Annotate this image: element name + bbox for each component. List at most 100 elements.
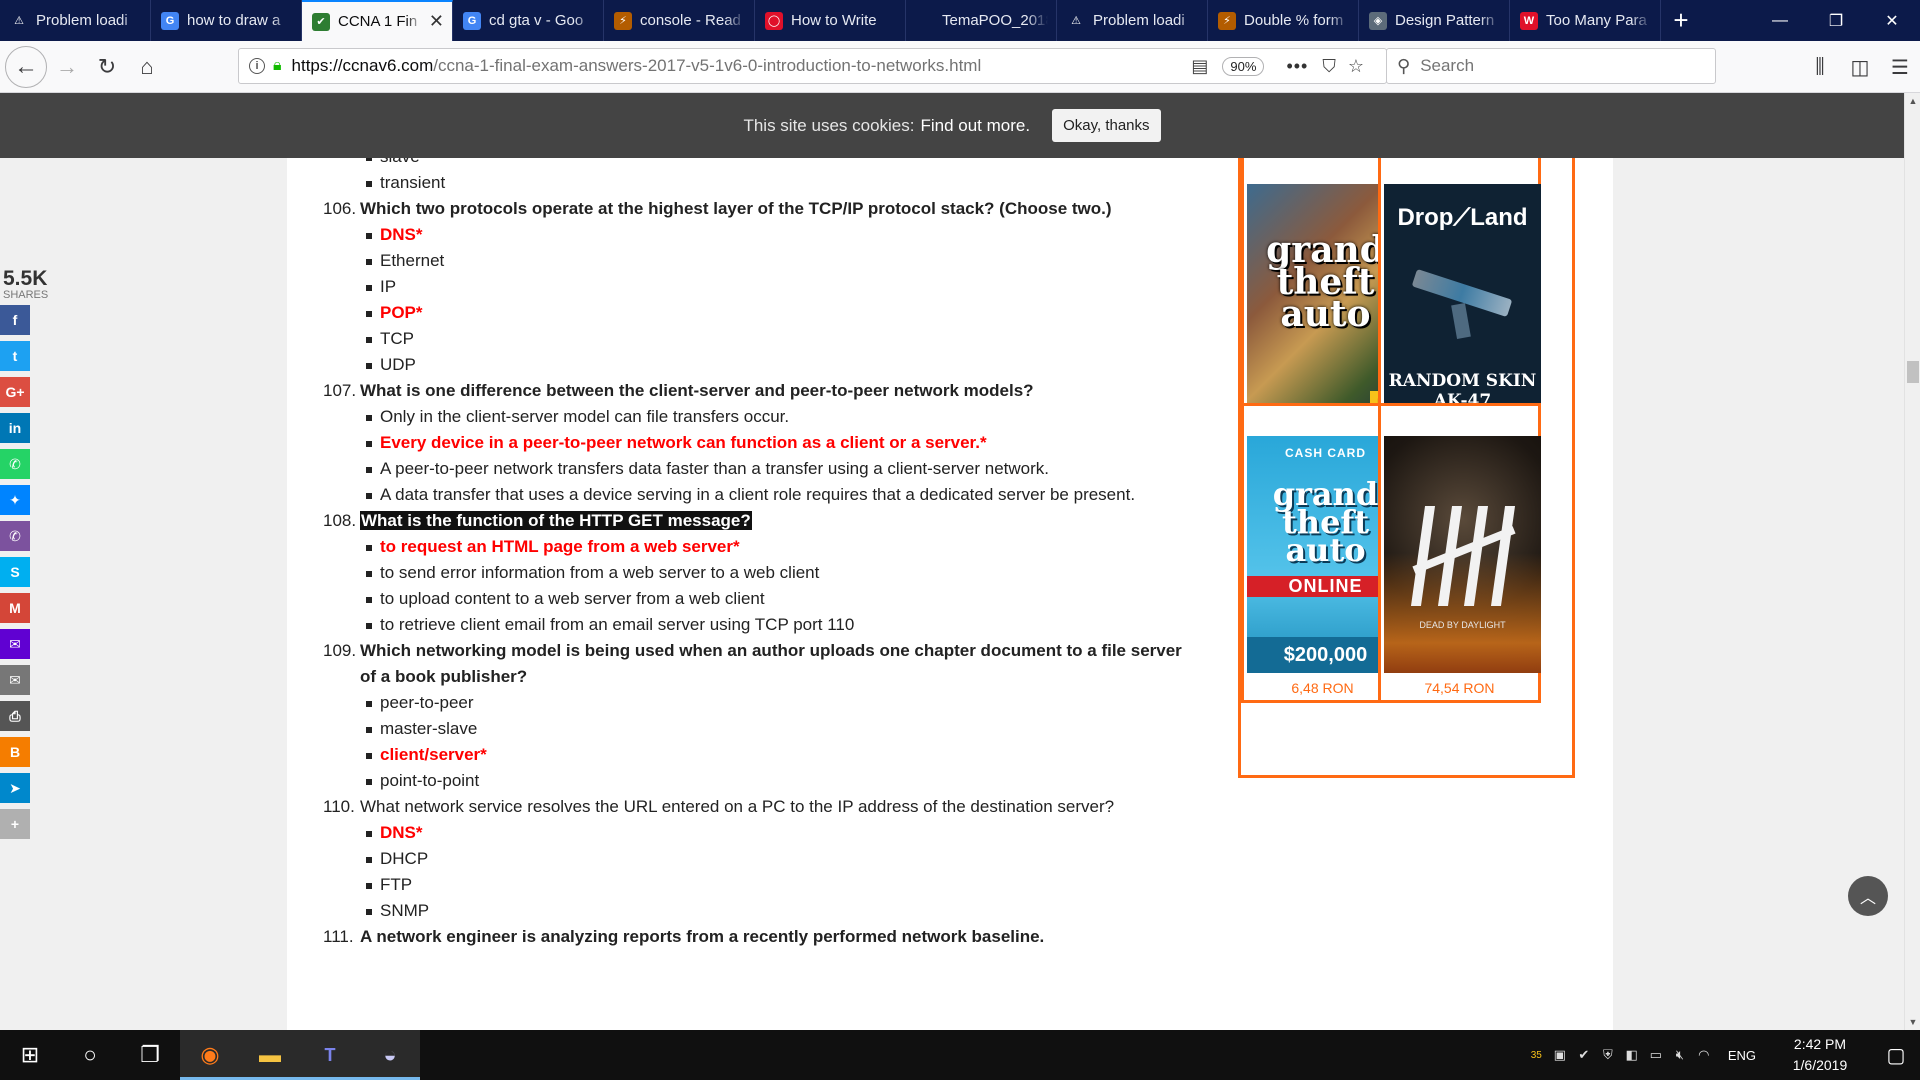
tab-favicon-icon: ⚠ — [1071, 15, 1081, 27]
system-tray: 35 ▣ ✔ ⛨ ◧ ▭ 🔇︎ ◠ ENG 2:42 PM 1/6/2019 ▢ — [1531, 1030, 1920, 1080]
ad-product-image[interactable]: DEAD BY DAYLIGHT — [1384, 436, 1541, 673]
forward-button[interactable]: → — [47, 47, 87, 87]
search-bar[interactable]: ⚲ — [1386, 48, 1716, 84]
answer-list: DNS* DHCP FTP SNMP — [364, 820, 1183, 924]
rifle-grip-icon — [1451, 303, 1471, 339]
answer-item: point-to-point — [364, 768, 1183, 794]
home-button[interactable]: ⌂ — [127, 47, 167, 87]
twitter-share-button[interactable]: t — [0, 341, 30, 371]
eclipse-app-icon[interactable]: ◒ — [360, 1030, 420, 1080]
tab-title: Too Many Para — [1546, 12, 1647, 29]
telegram-share-button[interactable]: ➤ — [0, 773, 30, 803]
task-view-icon[interactable]: ❐ — [120, 1030, 180, 1080]
facebook-share-button[interactable]: f — [0, 305, 30, 335]
browser-tab[interactable]: ◯ How to Write — [755, 0, 906, 41]
answer-item: to send error information from a web ser… — [364, 560, 1183, 586]
viber-share-button[interactable]: ✆ — [0, 521, 30, 551]
library-icon[interactable]: ⫼ — [1800, 56, 1840, 79]
tab-favicon-icon — [916, 12, 934, 30]
url-bar[interactable]: i 🔒︎ https://ccnav6.com/ccna-1-final-exa… — [238, 48, 1387, 84]
cookie-find-out-more-link[interactable]: Find out more. — [920, 116, 1030, 136]
browser-tab[interactable]: ⚠ Problem loadi — [0, 0, 151, 41]
restore-icon[interactable]: ❐ — [1808, 0, 1864, 41]
tab-close-icon[interactable]: ✕ — [429, 11, 444, 32]
windows-taskbar: ⊞ ○ ❐ ◉ ▬ T ◒ 35 ▣ ✔ ⛨ ◧ ▭ 🔇︎ ◠ ENG 2:42… — [0, 1030, 1920, 1080]
menu-icon[interactable]: ☰ — [1880, 55, 1920, 80]
answer-item: FTP — [364, 872, 1183, 898]
content-column: slave transient 106.Which two protocols … — [287, 158, 1613, 1030]
ad-price[interactable]: 74,54 RON — [1381, 680, 1538, 696]
answer-item: master-slave — [364, 716, 1183, 742]
back-button[interactable]: ← — [5, 45, 47, 88]
skype-share-button[interactable]: S — [0, 557, 30, 587]
pocket-icon[interactable]: ⛉ — [1322, 56, 1336, 77]
navigation-toolbar: ← → ↻ ⌂ i 🔒︎ https://ccnav6.com/ccna-1-f… — [0, 41, 1920, 93]
answer-item: A peer-to-peer network transfers data fa… — [364, 456, 1183, 482]
question: 107. What is one difference between the c… — [323, 378, 1183, 404]
question-number: 108. — [323, 511, 357, 530]
ad-product-image[interactable]: Drop⟋Land RANDOM SKIN AK-47 — [1384, 184, 1541, 421]
sidebar-icon[interactable]: ◫ — [1840, 55, 1880, 80]
browser-tab[interactable]: ✔ CCNA 1 Fin ✕ — [302, 0, 453, 41]
firefox-app-icon[interactable]: ◉ — [180, 1030, 240, 1080]
more-share-button[interactable]: + — [0, 809, 30, 839]
print-share-button[interactable]: ⎙ — [0, 701, 30, 731]
whatsapp-share-button[interactable]: ✆ — [0, 449, 30, 479]
scrollbar-thumb[interactable] — [1907, 361, 1919, 383]
correct-answer-item: DNS* — [364, 820, 1183, 846]
teams-app-icon[interactable]: T — [300, 1030, 360, 1080]
shield-tray-icon[interactable]: ⛨ — [1596, 1047, 1620, 1063]
vertical-scrollbar[interactable]: ▲ ▼ — [1904, 93, 1920, 1030]
clock[interactable]: 2:42 PM 1/6/2019 — [1782, 1034, 1858, 1076]
zoom-level[interactable]: 90% — [1222, 56, 1265, 76]
teams-tray-icon[interactable]: ▣ — [1548, 1047, 1572, 1063]
reader-view-icon[interactable]: ▤ — [1191, 56, 1208, 77]
search-input[interactable] — [1420, 56, 1705, 76]
network-drive-tray-icon[interactable]: ◧ — [1620, 1047, 1644, 1063]
minimize-icon[interactable]: — — [1752, 0, 1808, 41]
correct-answer-item: DNS* — [364, 222, 1183, 248]
scroll-down-arrow-icon[interactable]: ▼ — [1905, 1014, 1920, 1030]
browser-tab[interactable]: Gcd gta v - Goo — [453, 0, 604, 41]
browser-tab[interactable]: ◈ Design Pattern — [1359, 0, 1510, 41]
browser-tab[interactable]: ⚠ Problem loadi — [1057, 0, 1208, 41]
answer-item: to upload content to a web server from a… — [364, 586, 1183, 612]
close-window-icon[interactable]: ✕ — [1864, 0, 1920, 41]
answer-item: IP — [364, 274, 1183, 300]
browser-tab[interactable]: ⚡ console - Read — [604, 0, 755, 41]
language-indicator[interactable]: ENG — [1728, 1048, 1756, 1063]
check-tray-icon[interactable]: ✔ — [1572, 1047, 1596, 1063]
browser-tab[interactable]: W Too Many Para — [1510, 0, 1661, 41]
file-explorer-app-icon[interactable]: ▬ — [240, 1030, 300, 1080]
yahoo-mail-share-button[interactable]: ✉ — [0, 629, 30, 659]
battery-icon[interactable]: ▭ — [1644, 1047, 1668, 1063]
ad-product-card[interactable]: DEAD BY DAYLIGHT 74,54 RON — [1378, 403, 1541, 703]
answer-list: to request an HTML page from a web serve… — [364, 534, 1183, 638]
browser-tab[interactable]: ⚡ Double % form — [1208, 0, 1359, 41]
reload-button[interactable]: ↻ — [87, 47, 127, 87]
messenger-share-button[interactable]: ✦ — [0, 485, 30, 515]
clock-time: 2:42 PM — [1793, 1036, 1847, 1052]
gmail-share-button[interactable]: M — [0, 593, 30, 623]
browser-tab[interactable]: TemaPOO_2018.pd — [906, 0, 1057, 41]
blogger-share-button[interactable]: B — [0, 737, 30, 767]
new-tab-button[interactable]: + — [1661, 0, 1701, 41]
action-center-icon[interactable]: ▢ — [1872, 1043, 1920, 1068]
site-info-icon[interactable]: i — [249, 58, 265, 74]
bookmark-star-icon[interactable]: ☆ — [1348, 56, 1364, 77]
search-icon[interactable]: ○ — [60, 1030, 120, 1080]
scroll-to-top-button[interactable]: ︿ — [1848, 876, 1888, 916]
scroll-up-arrow-icon[interactable]: ▲ — [1905, 93, 1920, 109]
start-button[interactable]: ⊞ — [0, 1030, 60, 1080]
google-plus-share-button[interactable]: G+ — [0, 377, 30, 407]
wifi-icon[interactable]: ◠ — [1692, 1047, 1716, 1063]
ad-grid: grand theft autoR62,79 RONDrop⟋LandRANDO… — [1238, 158, 1575, 778]
url-text[interactable]: https://ccnav6.com/ccna-1-final-exam-ans… — [292, 56, 1192, 76]
page-actions-icon[interactable]: ••• — [1286, 56, 1308, 77]
email-share-button[interactable]: ✉ — [0, 665, 30, 695]
cookie-accept-button[interactable]: Okay, thanks — [1052, 109, 1161, 142]
answer-item: to retrieve client email from an email s… — [364, 612, 1183, 638]
volume-muted-icon[interactable]: 🔇︎ — [1668, 1047, 1692, 1063]
linkedin-share-button[interactable]: in — [0, 413, 30, 443]
browser-tab[interactable]: Ghow to draw a — [151, 0, 302, 41]
